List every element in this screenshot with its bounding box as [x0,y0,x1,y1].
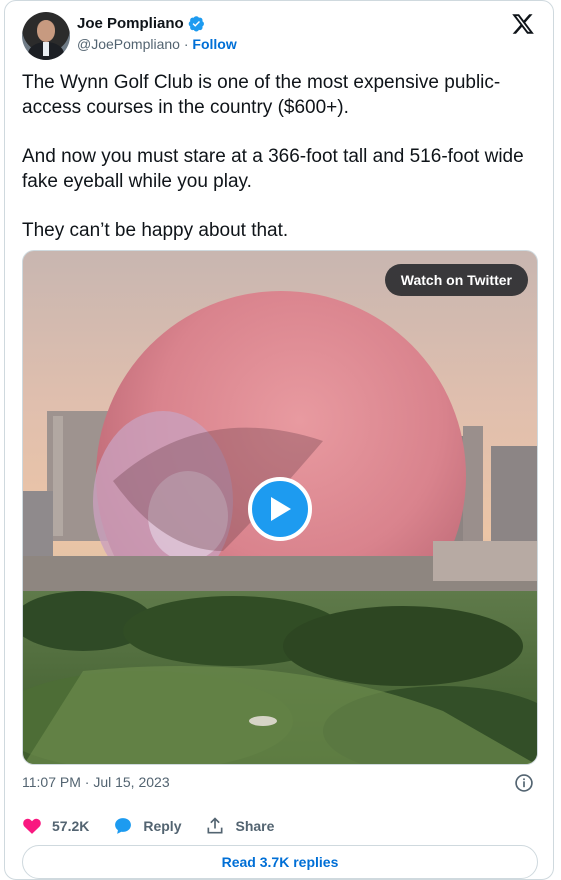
follow-button[interactable]: Follow [192,36,236,52]
play-button[interactable] [248,477,312,541]
x-logo-icon[interactable] [511,12,535,36]
tweet-paragraph: And now you must stare at a 366-foot tal… [22,146,524,192]
read-replies-button[interactable]: Read 3.7K replies [22,845,538,879]
handle-separator: · [183,36,189,52]
share-label: Share [235,818,275,834]
share-icon [207,817,223,834]
watch-on-twitter-button[interactable]: Watch on Twitter [384,264,528,296]
reply-bubble-icon [115,818,132,834]
author-display-name[interactable]: Joe Pompliano [77,15,184,32]
reply-label: Reply [143,818,182,834]
tweet-paragraph: They can’t be happy about that. [22,220,289,241]
video-player[interactable]: Watch on Twitter [22,250,538,765]
verified-badge-icon [188,16,204,32]
author-info: Joe Pompliano @JoePompliano · Follow [77,15,237,52]
like-count: 57.2K [52,818,90,834]
like-button[interactable]: 57.2K [22,816,89,836]
heart-icon [23,818,41,834]
tweet-header: Joe Pompliano @JoePompliano · Follow [22,12,541,60]
tweet-paragraph: The Wynn Golf Club is one of the most ex… [22,72,501,118]
author-handle[interactable]: @JoePompliano [77,36,180,52]
tweet-timestamp[interactable]: 11:07 PM · Jul 15, 2023 [22,774,170,790]
reply-button[interactable]: Reply [113,816,181,836]
tweet-card[interactable]: Joe Pompliano @JoePompliano · Follow The… [4,0,554,880]
tweet-text: The Wynn Golf Club is one of the most ex… [22,70,534,267]
info-icon[interactable] [514,773,534,793]
play-icon [271,497,291,521]
share-button[interactable]: Share [205,816,274,836]
action-bar: 57.2K Reply Share [22,814,298,838]
avatar[interactable] [22,12,70,60]
